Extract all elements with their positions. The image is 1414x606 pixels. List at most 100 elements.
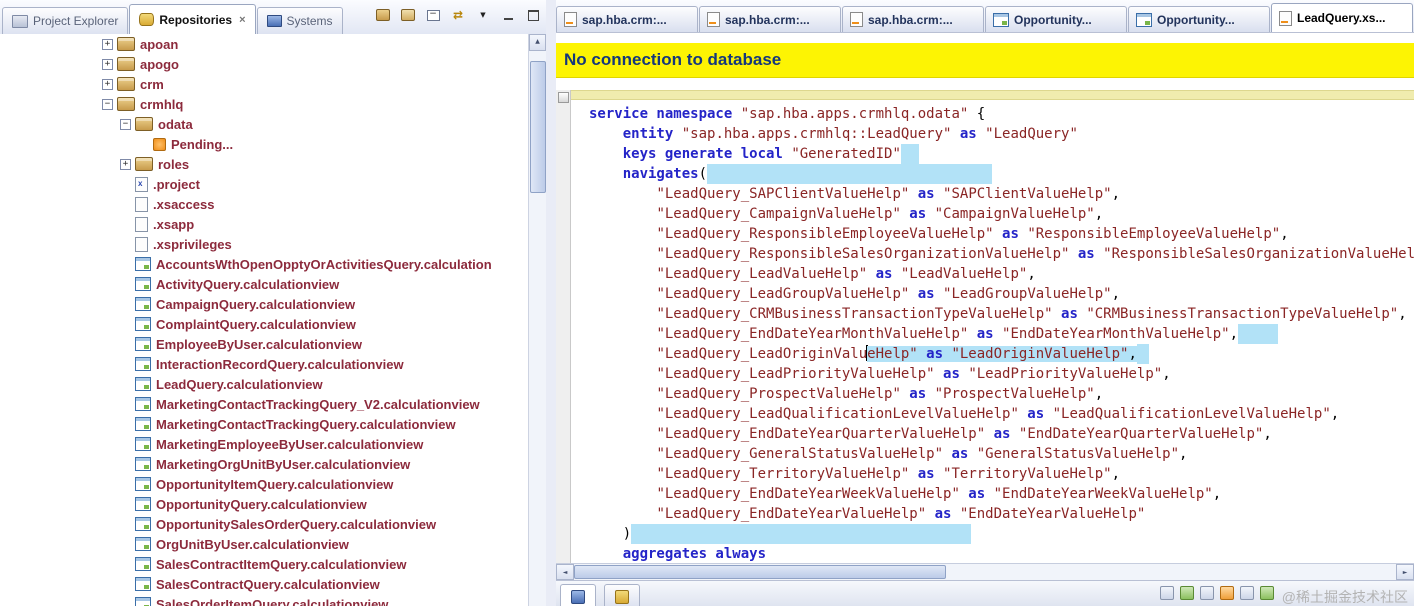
code-line[interactable]: "LeadQuery_LeadQualificationLevelValueHe…	[589, 404, 1414, 424]
scrollbar-track[interactable]	[574, 564, 1396, 580]
tree-item[interactable]: SalesOrderItemQuery.calculationview	[0, 594, 529, 606]
code-line[interactable]: "LeadQuery_LeadValueHelp" as "LeadValueH…	[589, 264, 1414, 284]
bottom-view-tab[interactable]	[560, 584, 596, 606]
code-segment: as	[900, 206, 935, 222]
tree-item[interactable]: + crm	[0, 74, 529, 94]
code-line[interactable]: "LeadQuery_EndDateYearValueHelp" as "End…	[589, 504, 1414, 524]
tree-item[interactable]: SalesContractQuery.calculationview	[0, 574, 529, 594]
code-line[interactable]: aggregates always	[589, 544, 1414, 563]
scroll-left-icon[interactable]: ◄	[556, 564, 574, 580]
tree-item[interactable]: OpportunityQuery.calculationview	[0, 494, 529, 514]
editor-tab-1[interactable]: sap.hba.crm:...	[556, 6, 698, 32]
code-line[interactable]: navigates(	[589, 164, 1414, 184]
editor-tab-4[interactable]: Opportunity...	[985, 6, 1127, 32]
code-line[interactable]: "LeadQuery_SAPClientValueHelp" as "SAPCl…	[589, 184, 1414, 204]
tree-item[interactable]: MarketingEmployeeByUser.calculationview	[0, 434, 529, 454]
code-line[interactable]: )	[589, 524, 1414, 544]
tree-item[interactable]: + apoan	[0, 34, 529, 54]
bottom-view-tab[interactable]	[604, 584, 640, 606]
code-line[interactable]: "LeadQuery_ResponsibleSalesOrganizationV…	[589, 244, 1414, 264]
bottom-toolbar-icon[interactable]	[1199, 586, 1214, 600]
scroll-right-icon[interactable]: ►	[1396, 564, 1414, 580]
tree-item[interactable]: Pending...	[0, 134, 529, 154]
tree-item[interactable]: OrgUnitByUser.calculationview	[0, 534, 529, 554]
code-line[interactable]: "LeadQuery_GeneralStatusValueHelp" as "G…	[589, 444, 1414, 464]
link-with-editor-icon[interactable]: ⇄	[449, 6, 467, 24]
editor-tab-5[interactable]: Opportunity...	[1128, 6, 1270, 32]
editor-horizontal-scrollbar[interactable]: ◄ ►	[556, 563, 1414, 580]
code-editor[interactable]: service namespace "sap.hba.apps.crmhlq.o…	[571, 104, 1414, 563]
scrollbar-thumb[interactable]	[530, 61, 546, 193]
collapse-expander-icon[interactable]: −	[120, 118, 131, 130]
tree-item[interactable]: EmployeeByUser.calculationview	[0, 334, 529, 354]
code-line[interactable]: "LeadQuery_EndDateYearWeekValueHelp" as …	[589, 484, 1414, 504]
tree-item[interactable]: CampaignQuery.calculationview	[0, 294, 529, 314]
code-line[interactable]: "LeadQuery_ProspectValueHelp" as "Prospe…	[589, 384, 1414, 404]
code-line[interactable]: "LeadQuery_LeadOriginValueHelp" as "Lead…	[589, 344, 1414, 364]
ruler-annotation-button[interactable]	[558, 92, 569, 103]
left-tab-project-explorer[interactable]: Project Explorer	[2, 7, 129, 34]
tree-item[interactable]: ComplaintQuery.calculationview	[0, 314, 529, 334]
editor-tab-2[interactable]: sap.hba.crm:...	[699, 6, 841, 32]
import-repository-workspace-icon[interactable]	[399, 6, 417, 24]
code-line[interactable]: "LeadQuery_LeadPriorityValueHelp" as "Le…	[589, 364, 1414, 384]
tree-item[interactable]: InteractionRecordQuery.calculationview	[0, 354, 529, 374]
bottom-toolbar-icon[interactable]	[1219, 586, 1234, 600]
code-line[interactable]: keys generate local "GeneratedID"	[589, 144, 1414, 164]
left-tab-repositories[interactable]: Repositories ×	[129, 4, 256, 34]
tree-item[interactable]: MarketingOrgUnitByUser.calculationview	[0, 454, 529, 474]
view-menu-icon[interactable]: ▼	[474, 6, 492, 24]
tree-item[interactable]: MarketingContactTrackingQuery_V2.calcula…	[0, 394, 529, 414]
tree-item[interactable]: − odata	[0, 114, 529, 134]
minimize-icon[interactable]	[499, 6, 517, 24]
editor-tab-6[interactable]: LeadQuery.xs...	[1271, 3, 1413, 32]
code-line[interactable]: "LeadQuery_CampaignValueHelp" as "Campai…	[589, 204, 1414, 224]
code-segment: "LeadQualificationLevelValueHelp"	[1052, 406, 1331, 422]
tree-item[interactable]: LeadQuery.calculationview	[0, 374, 529, 394]
expand-expander-icon[interactable]: +	[102, 38, 113, 50]
code-line[interactable]: "LeadQuery_TerritoryValueHelp" as "Terri…	[589, 464, 1414, 484]
code-line[interactable]: "LeadQuery_EndDateYearQuarterValueHelp" …	[589, 424, 1414, 444]
code-line[interactable]: entity "sap.hba.apps.crmhlq::LeadQuery" …	[589, 124, 1414, 144]
tree-item[interactable]: .xsaccess	[0, 194, 529, 214]
create-repository-workspace-icon[interactable]	[374, 6, 392, 24]
editor-tab-3[interactable]: sap.hba.crm:...	[842, 6, 984, 32]
panel-sash[interactable]	[546, 0, 556, 606]
scrollbar-thumb[interactable]	[574, 565, 946, 579]
tree-item[interactable]: ActivityQuery.calculationview	[0, 274, 529, 294]
scroll-up-icon[interactable]: ▲	[529, 34, 546, 51]
tree-item[interactable]: + apogo	[0, 54, 529, 74]
selection-highlight	[707, 164, 993, 184]
code-line[interactable]: "LeadQuery_LeadGroupValueHelp" as "LeadG…	[589, 284, 1414, 304]
maximize-icon[interactable]	[524, 6, 542, 24]
bottom-toolbar-icon[interactable]	[1159, 586, 1174, 600]
bottom-toolbar-icon[interactable]	[1179, 586, 1194, 600]
tree-item[interactable]: .xsprivileges	[0, 234, 529, 254]
code-line[interactable]: "LeadQuery_ResponsibleEmployeeValueHelp"…	[589, 224, 1414, 244]
close-icon[interactable]: ×	[239, 14, 245, 26]
tree-item[interactable]: OpportunityItemQuery.calculationview	[0, 474, 529, 494]
collapse-expander-icon[interactable]: −	[102, 98, 113, 110]
code-line[interactable]: "LeadQuery_EndDateYearMonthValueHelp" as…	[589, 324, 1414, 344]
tree-item[interactable]: AccountsWthOpenOpptyOrActivitiesQuery.ca…	[0, 254, 529, 274]
collapse-all-icon[interactable]: −	[424, 6, 442, 24]
tree-vertical-scrollbar[interactable]: ▲	[528, 34, 546, 606]
tree-item[interactable]: MarketingContactTrackingQuery.calculatio…	[0, 414, 529, 434]
calcview-icon	[135, 397, 151, 411]
tree-item[interactable]: OpportunitySalesOrderQuery.calculationvi…	[0, 514, 529, 534]
expand-expander-icon[interactable]: +	[102, 58, 113, 70]
tree-item[interactable]: + roles	[0, 154, 529, 174]
bottom-toolbar-icon[interactable]	[1239, 586, 1254, 600]
tree-item[interactable]: − crmhlq	[0, 94, 529, 114]
repository-tree: + apoan + apogo + crm − crmhlq − odata Pending... +…	[0, 34, 529, 606]
tree-item[interactable]: SalesContractItemQuery.calculationview	[0, 554, 529, 574]
left-tab-systems[interactable]: Systems	[256, 7, 343, 34]
tree-item[interactable]: .project	[0, 174, 529, 194]
bottom-toolbar-icon[interactable]	[1259, 586, 1274, 600]
code-segment: as	[1052, 306, 1087, 322]
code-line[interactable]: service namespace "sap.hba.apps.crmhlq.o…	[589, 104, 1414, 124]
tree-item[interactable]: .xsapp	[0, 214, 529, 234]
code-line[interactable]: "LeadQuery_CRMBusinessTransactionTypeVal…	[589, 304, 1414, 324]
expand-expander-icon[interactable]: +	[102, 78, 113, 90]
expand-expander-icon[interactable]: +	[120, 158, 131, 170]
